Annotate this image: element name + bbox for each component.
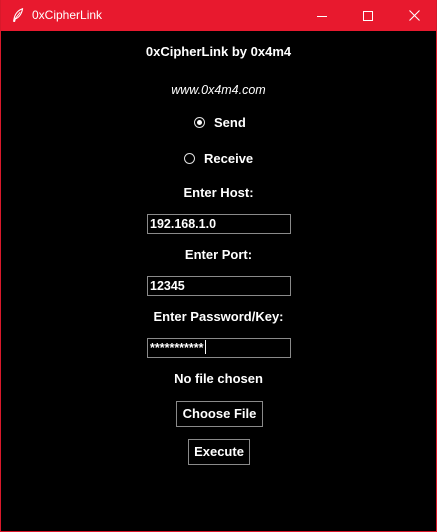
- send-radio-label: Send: [214, 115, 246, 130]
- execute-button[interactable]: Execute: [188, 439, 250, 465]
- host-label: Enter Host:: [183, 185, 254, 200]
- maximize-button[interactable]: [345, 0, 391, 31]
- feather-icon: [12, 8, 24, 22]
- app-heading: 0xCipherLink by 0x4m4: [145, 44, 292, 59]
- website-label: www.0x4m4.com: [171, 83, 266, 97]
- close-button[interactable]: [391, 0, 437, 31]
- receive-radio-label: Receive: [204, 151, 254, 166]
- text-caret: [204, 340, 206, 354]
- app-window: 0xCipherLink 0xCipherLink by 0x4m4 www.0…: [0, 0, 437, 532]
- title-bar[interactable]: 0xCipherLink: [1, 0, 436, 31]
- password-masked-value: ***********: [150, 341, 204, 355]
- file-status-label: No file chosen: [174, 371, 263, 386]
- close-icon: [408, 10, 420, 21]
- choose-file-button[interactable]: Choose File: [176, 401, 263, 427]
- minimize-button[interactable]: [299, 0, 345, 31]
- port-label: Enter Port:: [184, 247, 253, 262]
- window-title: 0xCipherLink: [32, 8, 103, 22]
- port-input[interactable]: 12345: [147, 276, 291, 296]
- maximize-icon: [363, 10, 373, 21]
- host-input[interactable]: 192.168.1.0: [147, 214, 291, 234]
- receive-radio[interactable]: Receive: [184, 151, 253, 166]
- password-label: Enter Password/Key:: [153, 309, 284, 324]
- password-input[interactable]: ***********: [147, 338, 291, 358]
- send-radio[interactable]: Send: [194, 115, 246, 130]
- radio-unselected-indicator: [184, 153, 195, 164]
- radio-selected-indicator: [194, 117, 205, 128]
- minimize-icon: [317, 15, 327, 17]
